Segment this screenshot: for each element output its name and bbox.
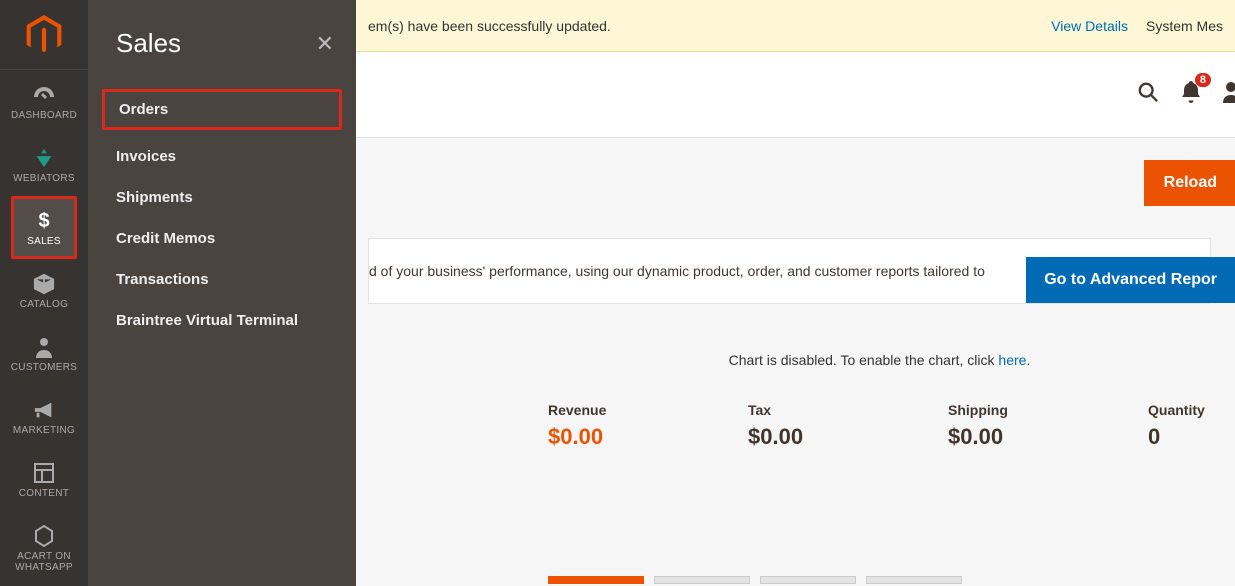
submenu-item-braintree[interactable]: Braintree Virtual Terminal <box>88 300 356 341</box>
submenu-items: Orders Invoices Shipments Credit Memos T… <box>88 81 356 341</box>
stats-grid: Revenue $0.00 Tax $0.00 Shipping $0.00 Q… <box>548 402 1211 450</box>
reload-button[interactable]: Reload <box>1144 160 1235 206</box>
go-to-advanced-reports-button[interactable]: Go to Advanced Repor <box>1026 257 1235 303</box>
nav-label: ACART ON WHATSAPP <box>0 551 88 573</box>
nav-sales[interactable]: $ SALES <box>11 196 77 259</box>
stat-value: $0.00 <box>548 424 658 450</box>
stat-quantity: Quantity 0 <box>1148 402 1235 450</box>
submenu-item-transactions[interactable]: Transactions <box>88 259 356 300</box>
nav-catalog[interactable]: CATALOG <box>0 259 88 322</box>
nav-label: SALES <box>27 236 61 247</box>
account-icon[interactable] <box>1223 81 1235 109</box>
stat-label: Shipping <box>948 402 1058 418</box>
submenu-item-shipments[interactable]: Shipments <box>88 177 356 218</box>
nav-webiators[interactable]: WEBIATORS <box>0 133 88 196</box>
stat-label: Tax <box>748 402 858 418</box>
system-messages-label[interactable]: System Mes <box>1146 18 1223 34</box>
hexagon-icon <box>34 523 54 549</box>
layout-icon <box>34 460 54 486</box>
nav-dashboard[interactable]: DASHBOARD <box>0 70 88 133</box>
search-icon[interactable] <box>1137 81 1159 109</box>
stats-area: Chart is disabled. To enable the chart, … <box>548 352 1211 450</box>
dashboard-tabs <box>548 576 962 584</box>
person-icon <box>35 334 53 360</box>
stat-revenue: Revenue $0.00 <box>548 402 658 450</box>
submenu-item-credit-memos[interactable]: Credit Memos <box>88 218 356 259</box>
sales-submenu: Sales ✕ Orders Invoices Shipments Credit… <box>88 0 356 586</box>
nav-label: WEBIATORS <box>13 173 75 184</box>
submenu-item-invoices[interactable]: Invoices <box>88 136 356 177</box>
megaphone-icon <box>33 397 55 423</box>
dollar-icon: $ <box>38 208 49 234</box>
view-details-link[interactable]: View Details <box>1051 18 1128 34</box>
nav-marketing[interactable]: MARKETING <box>0 385 88 448</box>
nav-content[interactable]: CONTENT <box>0 448 88 511</box>
admin-sidebar: DASHBOARD WEBIATORS $ SALES CATALOG CUST… <box>0 0 88 586</box>
notifications-bell[interactable]: 8 <box>1181 81 1201 109</box>
nav-label: CUSTOMERS <box>11 362 77 373</box>
submenu-title: Sales <box>116 28 181 59</box>
stat-tax: Tax $0.00 <box>748 402 858 450</box>
submenu-item-orders[interactable]: Orders <box>102 89 342 130</box>
enable-chart-link[interactable]: here <box>998 352 1026 368</box>
nav-customers[interactable]: CUSTOMERS <box>0 322 88 385</box>
magento-logo[interactable] <box>0 0 88 70</box>
chart-disabled-message: Chart is disabled. To enable the chart, … <box>548 352 1211 368</box>
stat-value: $0.00 <box>748 424 858 450</box>
magento-logo-icon <box>26 15 62 55</box>
nav-label: DASHBOARD <box>11 110 77 121</box>
dashboard-tab[interactable] <box>654 576 750 584</box>
close-icon[interactable]: ✕ <box>316 31 334 57</box>
nav-acart-whatsapp[interactable]: ACART ON WHATSAPP <box>0 511 88 585</box>
chart-disabled-text: Chart is disabled. To enable the chart, … <box>729 352 999 368</box>
stat-shipping: Shipping $0.00 <box>948 402 1058 450</box>
dashboard-tab[interactable] <box>866 576 962 584</box>
stat-label: Quantity <box>1148 402 1235 418</box>
dashboard-tab[interactable] <box>760 576 856 584</box>
stat-value: 0 <box>1148 424 1235 450</box>
box-icon <box>33 271 55 297</box>
nav-label: CONTENT <box>19 488 69 499</box>
stat-value: $0.00 <box>948 424 1058 450</box>
nav-label: CATALOG <box>20 299 68 310</box>
stat-label: Revenue <box>548 402 658 418</box>
nav-label: MARKETING <box>13 425 75 436</box>
webiators-icon <box>33 145 55 171</box>
dashboard-tab[interactable] <box>548 576 644 584</box>
notice-actions: View Details System Mes <box>1051 18 1223 34</box>
notifications-count: 8 <box>1195 73 1211 87</box>
advanced-reporting-panel: d of your business' performance, using o… <box>368 238 1211 304</box>
submenu-header: Sales ✕ <box>88 0 356 81</box>
gauge-icon <box>32 82 56 108</box>
